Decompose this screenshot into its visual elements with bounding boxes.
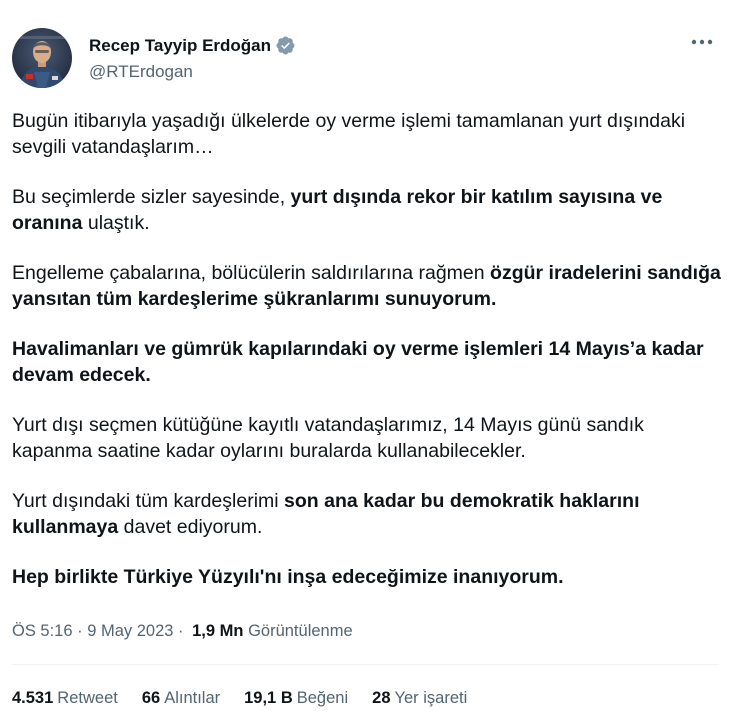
views-count: 1,9 Mn [192,622,244,640]
bold-span: Hep birlikte Türkiye Yüzyılı'nı inşa ede… [12,566,564,588]
stat-bookmarks[interactable]: 28 Yer işareti [372,689,467,708]
tweet-time[interactable]: ÖS 5:16 [12,622,73,641]
separator: · [173,622,189,640]
tweet-header: Recep Tayyip Erdoğan @RTErdogan [12,28,719,92]
stat-likes[interactable]: 19,1 B Beğeni [244,689,348,708]
tweet-meta: ÖS 5:16 · 9 May 2023 · 1,9 Mn Görüntülen… [12,622,353,641]
stat-retweets[interactable]: 4.531 Retweet [12,689,118,708]
text-span: Bu seçimlerde sizler sayesinde, [12,186,291,208]
paragraph-2: Bu seçimlerde sizler sayesinde, yurt dış… [12,184,722,236]
display-name[interactable]: Recep Tayyip Erdoğan [89,36,271,56]
tweet-date[interactable]: 9 May 2023 [87,622,173,641]
paragraph-5: Yurt dışı seçmen kütüğüne kayıtlı vatand… [12,414,644,462]
text-span: Engelleme çabalarına, bölücülerin saldır… [12,262,491,284]
stat-quotes[interactable]: 66 Alıntılar [142,689,220,708]
paragraph-7: Hep birlikte Türkiye Yüzyılı'nı inşa ede… [12,564,722,590]
name-row: Recep Tayyip Erdoğan [89,35,296,56]
stat-number: 19,1 B [244,689,293,707]
stat-label: Alıntılar [164,689,221,707]
divider [12,664,719,665]
user-handle[interactable]: @RTErdogan [89,62,193,82]
paragraph-1: Bugün itibarıyla yaşadığı ülkelerde oy v… [12,110,686,158]
text-span: davet ediyorum. [118,516,263,538]
stat-label: Beğeni [296,689,349,707]
text-span: ulaştık. [82,212,150,234]
stat-number: 4.531 [12,689,54,707]
engagement-stats: 4.531 Retweet 66 Alıntılar 19,1 B Beğeni 28… [12,689,491,708]
tweet-card: Recep Tayyip Erdoğan @RTErdogan Bugün it… [0,0,731,725]
stat-number: 66 [141,689,161,707]
paragraph-3: Engelleme çabalarına, bölücülerin saldır… [12,260,722,312]
text-span: Yurt dışındaki tüm kardeşlerimi [12,490,285,512]
paragraph-4: Havalimanları ve gümrük kapılarındaki oy… [12,336,722,388]
separator: · [72,622,88,640]
profile-photo [12,28,72,88]
stat-label: Yer işareti [394,689,468,707]
verified-badge-icon[interactable] [275,35,296,56]
stat-number: 28 [372,689,391,707]
tweet-text: Bugün itibarıyla yaşadığı ülkelerde oy v… [12,108,722,614]
stat-label: Retweet [57,689,118,707]
avatar[interactable] [12,28,72,88]
paragraph-6: Yurt dışındaki tüm kardeşlerimi son ana … [12,488,722,540]
bold-span: Havalimanları ve gümrük kapılarındaki oy… [12,338,704,386]
views-label: Görüntülenme [243,622,353,640]
more-options-icon[interactable] [688,32,716,52]
